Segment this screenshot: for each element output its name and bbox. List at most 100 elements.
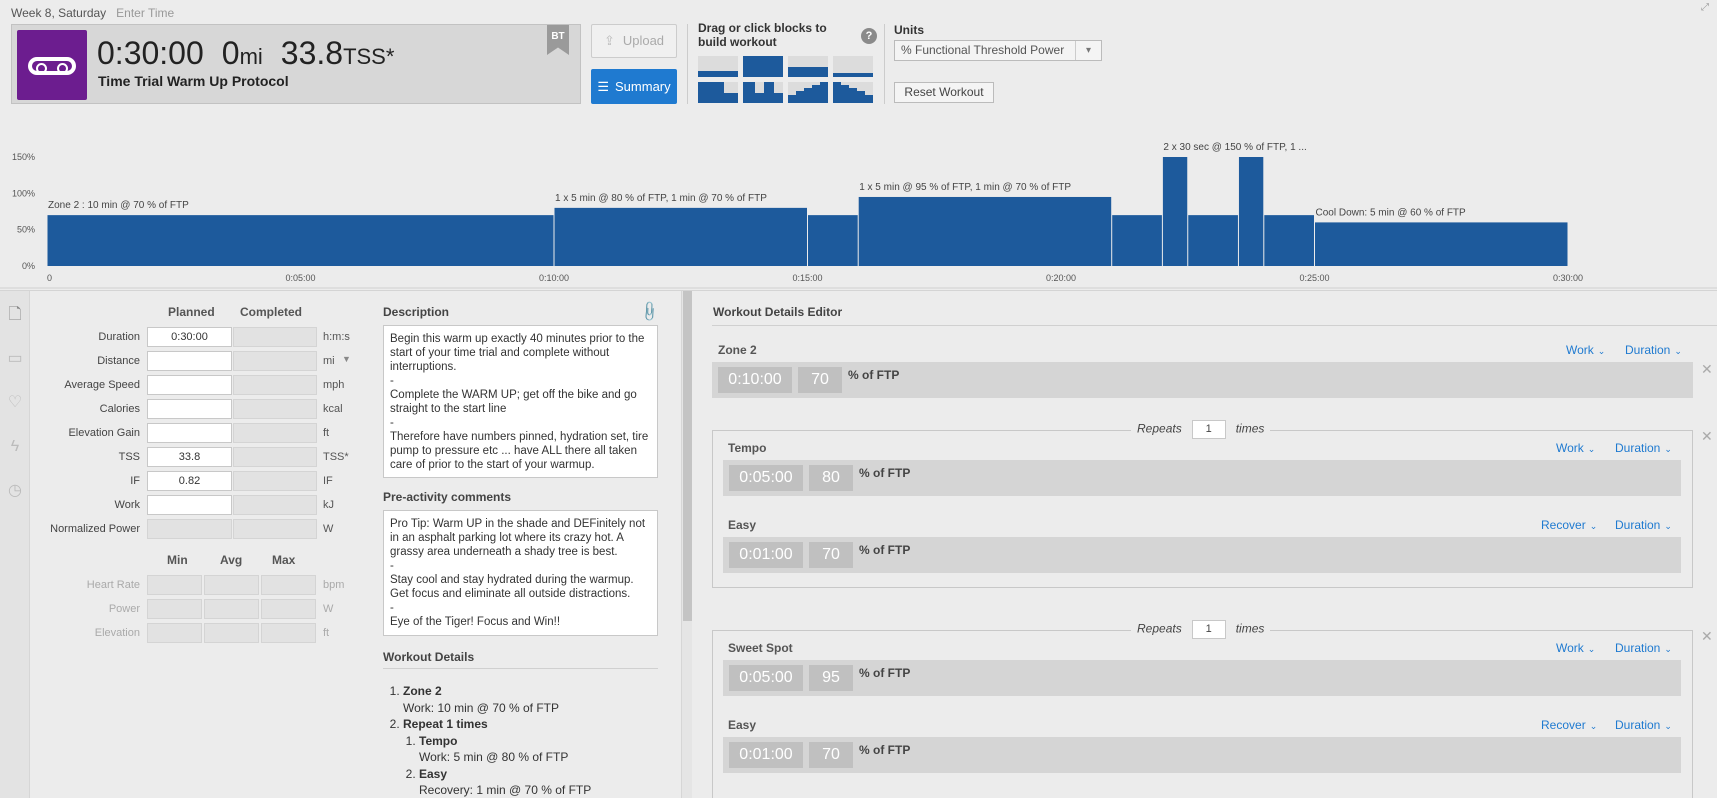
block-tile-interval[interactable] [698,82,738,103]
bolt-icon[interactable]: ϟ [5,437,25,457]
close-icon[interactable]: ✕ [1701,628,1713,645]
y-tick-label: 50% [17,225,35,235]
step-row-tempo[interactable]: 0:05:00 80 % of FTP [723,460,1681,496]
repeat-count-input[interactable]: 1 [1191,620,1226,639]
step-percent-input[interactable]: 70 [809,742,853,768]
range-avg-input [204,599,259,619]
step-mode-dropdown[interactable]: Duration ⌄ [1615,641,1672,655]
step-percent-input[interactable]: 80 [809,465,853,491]
range-min-input [147,599,202,619]
block-tile-ramp-up[interactable] [788,82,828,103]
chevron-down-icon: ⌄ [1664,721,1672,731]
metric-completed-input [233,351,317,371]
metric-label: Average Speed [64,379,140,391]
y-tick-label: 100% [12,188,35,198]
chart-bar[interactable] [1315,222,1568,266]
step-name-sweet-spot: Sweet Spot [728,641,793,655]
repeat-label: Repeats 1 times [1131,420,1271,439]
block-tile-repeats[interactable] [743,82,783,103]
repeat-count-input[interactable]: 1 [1191,420,1226,439]
chart-bar[interactable] [554,207,808,266]
metric-planned-input[interactable] [147,375,232,395]
reset-workout-button[interactable]: Reset Workout [894,82,994,103]
step-name-easy: Easy [728,718,757,732]
metric-planned-input[interactable] [147,399,232,419]
chart-bar[interactable] [1238,157,1264,266]
step-duration-input[interactable]: 0:05:00 [729,665,803,691]
step-row-easy[interactable]: 0:01:00 70 % of FTP [723,537,1681,573]
step-row-sweet-spot[interactable]: 0:05:00 95 % of FTP [723,660,1681,696]
block-tile-high[interactable] [743,56,783,77]
step-duration-input[interactable]: 0:01:00 [729,742,803,768]
step-mode-dropdown[interactable]: Duration ⌄ [1615,441,1672,455]
metric-label: Work [114,499,140,511]
range-min-input [147,623,202,643]
divider [884,24,885,104]
step-duration-input[interactable]: 0:10:00 [718,367,792,393]
editor-title: Workout Details Editor [713,305,843,319]
comments-title: Pre-activity comments [383,490,512,504]
metric-planned-input[interactable] [147,423,232,443]
help-icon[interactable]: ? [861,28,877,44]
step-percent-input[interactable]: 95 [809,665,853,691]
close-icon[interactable]: ✕ [1701,428,1713,445]
tss-value: 33.8 [280,35,344,71]
units-select[interactable]: % Functional Threshold Power ▾ [894,40,1102,61]
chart-bar[interactable] [858,196,1112,266]
scrollbar-thumb[interactable] [683,291,692,621]
step-duration-input[interactable]: 0:01:00 [729,542,803,568]
metric-planned-input[interactable]: 33.8 [147,447,232,467]
step-row-easy[interactable]: 0:01:00 70 % of FTP [723,737,1681,773]
heart-icon[interactable]: ♡ [5,393,25,413]
metric-planned-input[interactable] [147,495,232,515]
description-text[interactable]: Begin this warm up exactly 40 minutes pr… [383,325,658,478]
step-type-dropdown[interactable]: Work ⌄ [1566,343,1605,357]
clock-icon[interactable]: ◷ [5,481,25,501]
step-type-dropdown[interactable]: Recover ⌄ [1541,518,1597,532]
step-duration-input[interactable]: 0:05:00 [729,465,803,491]
step-mode-dropdown[interactable]: Duration ⌄ [1625,343,1682,357]
paperclip-icon[interactable]: 📎 [638,299,662,323]
chart-annotation: 2 x 30 sec @ 150 % of FTP, 1 ... [1163,142,1306,153]
step-row-zone2[interactable]: 0:10:00 70 % of FTP [712,362,1693,398]
scrollbar[interactable] [681,291,692,798]
list-item: Zone 2 Work: 10 min @ 70 % of FTP [403,683,658,716]
step-type-dropdown[interactable]: Work ⌄ [1556,641,1595,655]
chart-bar[interactable] [808,215,858,266]
step-name-tempo: Tempo [728,441,767,455]
step-mode-dropdown[interactable]: Duration ⌄ [1615,718,1672,732]
chevron-down-icon[interactable]: ▼ [342,354,351,364]
workout-chart[interactable]: 0% 50% 100% 150% 0 0:05:00 0:10:00 0:15:00 0:20:… [0,128,1717,290]
close-icon[interactable]: ✕ [1701,361,1713,378]
graph-icon[interactable]: ▭ [5,349,25,369]
metric-planned-input[interactable]: 0:30:00 [147,327,232,347]
workout-details-editor: Workout Details Editor Zone 2 Work ⌄ Dura… [712,291,1717,798]
enter-time-link[interactable]: Enter Time [116,6,174,20]
document-icon[interactable]: 🗋 [5,305,25,325]
block-tile-medium[interactable] [788,56,828,77]
metric-planned-input[interactable] [147,351,232,371]
times-text: times [1235,421,1265,436]
blocks-label: Drag or click blocks to build workout [698,21,827,49]
step-type-dropdown[interactable]: Recover ⌄ [1541,718,1597,732]
chart-bar[interactable] [1188,215,1238,266]
step-percent-input[interactable]: 70 [798,367,842,393]
metric-planned-input[interactable]: 0.82 [147,471,232,491]
chart-bar[interactable] [1264,215,1314,266]
block-tile-ramp-down[interactable] [833,82,873,103]
summary-button[interactable]: ☰ Summary [591,69,677,104]
comments-text[interactable]: Pro Tip: Warm UP in the shade and DEFini… [383,510,658,636]
upload-button[interactable]: ⇪ Upload [591,24,677,58]
step-type-dropdown[interactable]: Work ⌄ [1556,441,1595,455]
step-percent-input[interactable]: 70 [809,542,853,568]
expand-icon[interactable]: ⤢ [1701,2,1711,13]
divider [687,24,688,104]
step-mode-dropdown[interactable]: Duration ⌄ [1615,518,1672,532]
chart-bar[interactable] [47,215,554,266]
metric-unit: ft [323,427,330,439]
chart-bar[interactable] [1162,157,1188,266]
block-tile-low[interactable] [833,56,873,77]
block-tile-steady[interactable] [698,56,738,77]
chart-bar[interactable] [1112,215,1162,266]
metric-unit: IF [323,475,333,487]
